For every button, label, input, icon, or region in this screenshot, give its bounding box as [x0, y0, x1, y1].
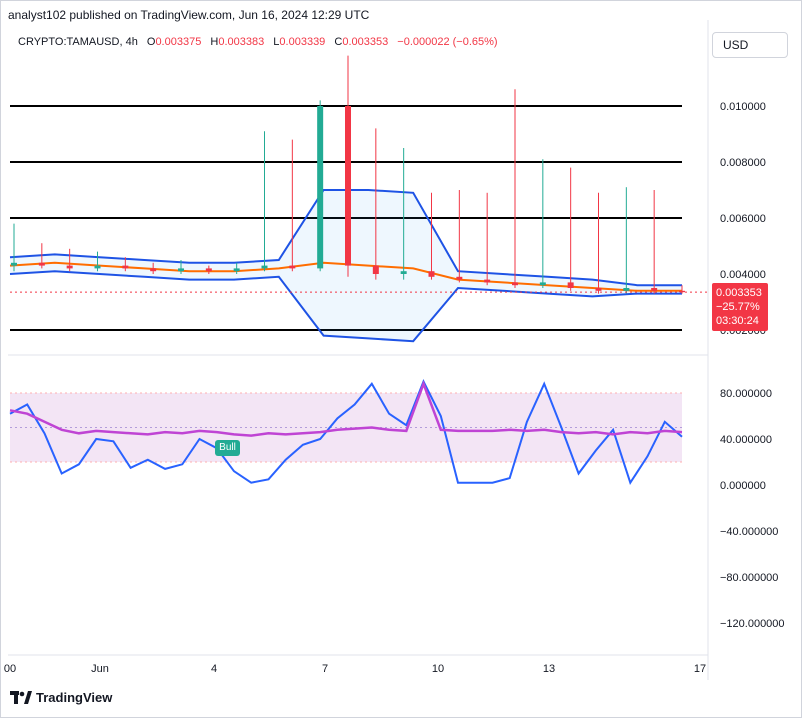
price-tick-label: 0.010000: [720, 101, 766, 113]
oscillator-tick-label: −40.000000: [720, 526, 778, 538]
oscillator-tick-label: −80.000000: [720, 572, 778, 584]
price-tick-label: 0.006000: [720, 213, 766, 225]
last-change-pct: −25.77%: [716, 301, 760, 313]
price-tick-label: 0.004000: [720, 269, 766, 281]
tradingview-logo[interactable]: TradingView: [10, 690, 112, 705]
candle-body: [233, 268, 240, 272]
candle-body: [567, 282, 574, 288]
candle-body: [372, 265, 379, 274]
candle-body: [428, 271, 435, 277]
brand-name: TradingView: [36, 690, 113, 705]
candle-body: [66, 265, 73, 269]
candle-body: [651, 288, 658, 291]
oscillator-tick-label: −120.000000: [720, 618, 785, 630]
tradingview-logo-icon: [10, 690, 32, 704]
time-tick-label: 00: [4, 663, 16, 675]
candle-body: [317, 106, 324, 269]
candle-body: [595, 288, 602, 291]
candle-body: [623, 288, 630, 291]
candle-body: [150, 268, 157, 272]
candle-body: [345, 106, 351, 266]
candle-body: [122, 265, 129, 269]
price-and-oscillator-chart[interactable]: 0.0100000.0080000.0060000.0040000.002000…: [0, 0, 802, 718]
time-tick-label: 13: [543, 663, 555, 675]
candle-body: [205, 268, 212, 272]
time-tick-label: 4: [211, 663, 217, 675]
time-tick-label: 17: [694, 663, 706, 675]
candle-body: [289, 265, 296, 269]
candle-body: [11, 262, 17, 266]
last-price: 0.003353: [716, 287, 762, 299]
time-tick-label: 7: [322, 663, 328, 675]
candle-body: [456, 276, 463, 280]
bar-countdown: 03:30:24: [716, 315, 759, 327]
candle-body: [38, 262, 45, 266]
price-tick-label: 0.008000: [720, 157, 766, 169]
candle-body: [400, 271, 407, 274]
time-tick-label: Jun: [91, 663, 109, 675]
candle-body: [261, 265, 268, 269]
oscillator-tick-label: 40.000000: [720, 434, 772, 446]
candle-body: [178, 268, 184, 272]
bull-divergence-label: Bull: [215, 440, 240, 456]
last-price-tag: 0.003353 −25.77% 03:30:24: [712, 283, 768, 331]
time-tick-label: 10: [432, 663, 444, 675]
candle-body: [94, 265, 101, 269]
candle-body: [484, 279, 491, 283]
candle-body: [539, 282, 546, 286]
oscillator-tick-label: 80.000000: [720, 388, 772, 400]
oscillator-tick-label: 0.000000: [720, 480, 766, 492]
candle-body: [512, 282, 518, 286]
